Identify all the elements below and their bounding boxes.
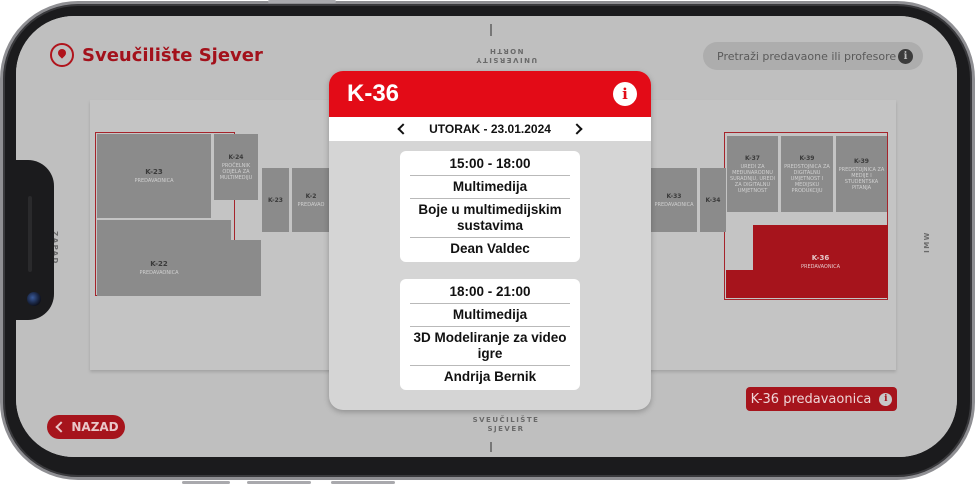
room-name: K-39 xyxy=(799,154,815,162)
selected-room-label: K-36 predavaonica xyxy=(750,391,872,407)
info-icon[interactable]: i xyxy=(898,48,913,64)
selected-room-button[interactable]: K-36 predavaonica i xyxy=(746,387,897,411)
room-type: UREDI ZA MEĐUNARODNU SURADNJU, UREDI ZA … xyxy=(729,163,776,194)
room-name: K-23 xyxy=(145,168,163,176)
room-k34[interactable]: K-34 xyxy=(700,168,726,232)
slot-lecturer: Dean Valdec xyxy=(450,241,530,256)
room-name: K-39 xyxy=(854,157,869,165)
brand[interactable]: Sveučilište Sjever xyxy=(50,43,263,67)
modal-header: K-36 i xyxy=(329,71,651,117)
slot-subject: Boje u multimedijskim sustavima xyxy=(418,202,562,233)
schedule-slot[interactable]: 15:00 - 18:00 Multimedija Boje u multime… xyxy=(400,151,580,262)
slot-lecturer: Andrija Bernik xyxy=(443,369,537,384)
room-type: PREDAVAO xyxy=(297,201,325,208)
room-name: K-36 xyxy=(811,253,830,262)
compass-south-label: SVEUČILIŠTE SJEVER xyxy=(472,416,540,433)
room-k39-a[interactable]: K-39 PREDSTOJNICA ZA DIGITALNU UMJETNOST… xyxy=(781,136,833,212)
room-k24[interactable]: K-24 PROČELNIK ODJELA ZA MULTIMEDIJU xyxy=(214,134,258,200)
room-type: PREDAVAONICA xyxy=(139,270,179,276)
map-pin-icon xyxy=(50,43,74,67)
room-type: PREDSTOJNICA ZA DIGITALNU UMJETNOST I ME… xyxy=(784,163,830,194)
front-camera xyxy=(27,292,41,306)
room-k37[interactable]: K-37 UREDI ZA MEĐUNARODNU SURADNJU, URED… xyxy=(727,136,778,212)
room-k36-extension[interactable] xyxy=(726,270,756,298)
compass-north-label: UNIVERSITY NORTH xyxy=(474,47,538,64)
search-placeholder: Pretraži predavaone ili profesore xyxy=(717,49,897,63)
room-k36-selected[interactable]: K-36 PREDAVAONICA xyxy=(753,225,888,298)
room-name: K-22 xyxy=(150,260,168,268)
room-name: K-34 xyxy=(705,196,721,204)
slot-course: Multimedija xyxy=(452,179,528,194)
back-label: NAZAD xyxy=(71,420,119,434)
brand-title: Sveučilište Sjever xyxy=(82,44,263,66)
compass-south-tick xyxy=(490,442,492,452)
room-type: PROČELNIK ODJELA ZA MULTIMEDIJU xyxy=(219,162,253,181)
back-button[interactable]: NAZAD xyxy=(47,415,125,439)
search-input[interactable]: Pretraži predavaone ili profesore i xyxy=(703,42,923,70)
room-k39-b[interactable]: K-39 PREDSTOJNICA ZA MEDIJE I STUDENTSKA… xyxy=(836,136,887,212)
room-name: K-37 xyxy=(745,154,760,162)
compass-east-label: IMW xyxy=(922,231,931,253)
room-name: K-24 xyxy=(228,153,244,161)
room-k23-small[interactable]: K-23 xyxy=(262,168,289,232)
screen: Sveučilište Sjever Pretraži predavaone i… xyxy=(16,16,957,457)
slot-course: Multimedija xyxy=(452,307,528,322)
room-type: PREDSTOJNICA ZA MEDIJE I STUDENTSKA PITA… xyxy=(838,166,885,191)
room-k33[interactable]: K-33 PREDAVAONICA xyxy=(651,168,697,232)
chevron-left-icon[interactable] xyxy=(397,123,409,135)
room-type: PREDAVAONICA xyxy=(800,263,840,270)
power-button xyxy=(268,0,336,3)
room-k23-large[interactable]: K-23 PREDAVAONICA xyxy=(97,134,211,218)
schedule-slot[interactable]: 18:00 - 21:00 Multimedija 3D Modeliranje… xyxy=(400,279,580,390)
modal-title: K-36 xyxy=(347,80,400,107)
info-icon: i xyxy=(879,392,893,406)
slot-time: 18:00 - 21:00 xyxy=(449,284,531,299)
room-name: K-23 xyxy=(268,196,283,204)
compass-north-tick xyxy=(490,24,492,36)
info-icon[interactable]: i xyxy=(613,82,637,106)
date-label: UTORAK - 23.01.2024 xyxy=(429,122,551,136)
speaker xyxy=(28,196,32,272)
room-type: PREDAVAONICA xyxy=(134,178,174,184)
room-type: PREDAVAONICA xyxy=(654,201,694,208)
slot-time: 15:00 - 18:00 xyxy=(449,156,531,171)
room-k22[interactable]: K-22 PREDAVAONICA xyxy=(97,240,261,296)
room-name: K-33 xyxy=(666,192,682,200)
chevron-left-icon xyxy=(55,421,68,433)
room-name: K-2 xyxy=(305,192,317,200)
room-k2[interactable]: K-2 PREDAVAO xyxy=(292,168,330,232)
chevron-right-icon[interactable] xyxy=(571,123,583,135)
map-view: Sveučilište Sjever Pretraži predavaone i… xyxy=(16,16,957,457)
room-schedule-modal: K-36 i UTORAK - 23.01.2024 15:00 - 18:00… xyxy=(329,71,651,410)
slot-subject: 3D Modeliranje za video igre xyxy=(413,330,567,361)
date-navigator: UTORAK - 23.01.2024 xyxy=(329,117,651,141)
